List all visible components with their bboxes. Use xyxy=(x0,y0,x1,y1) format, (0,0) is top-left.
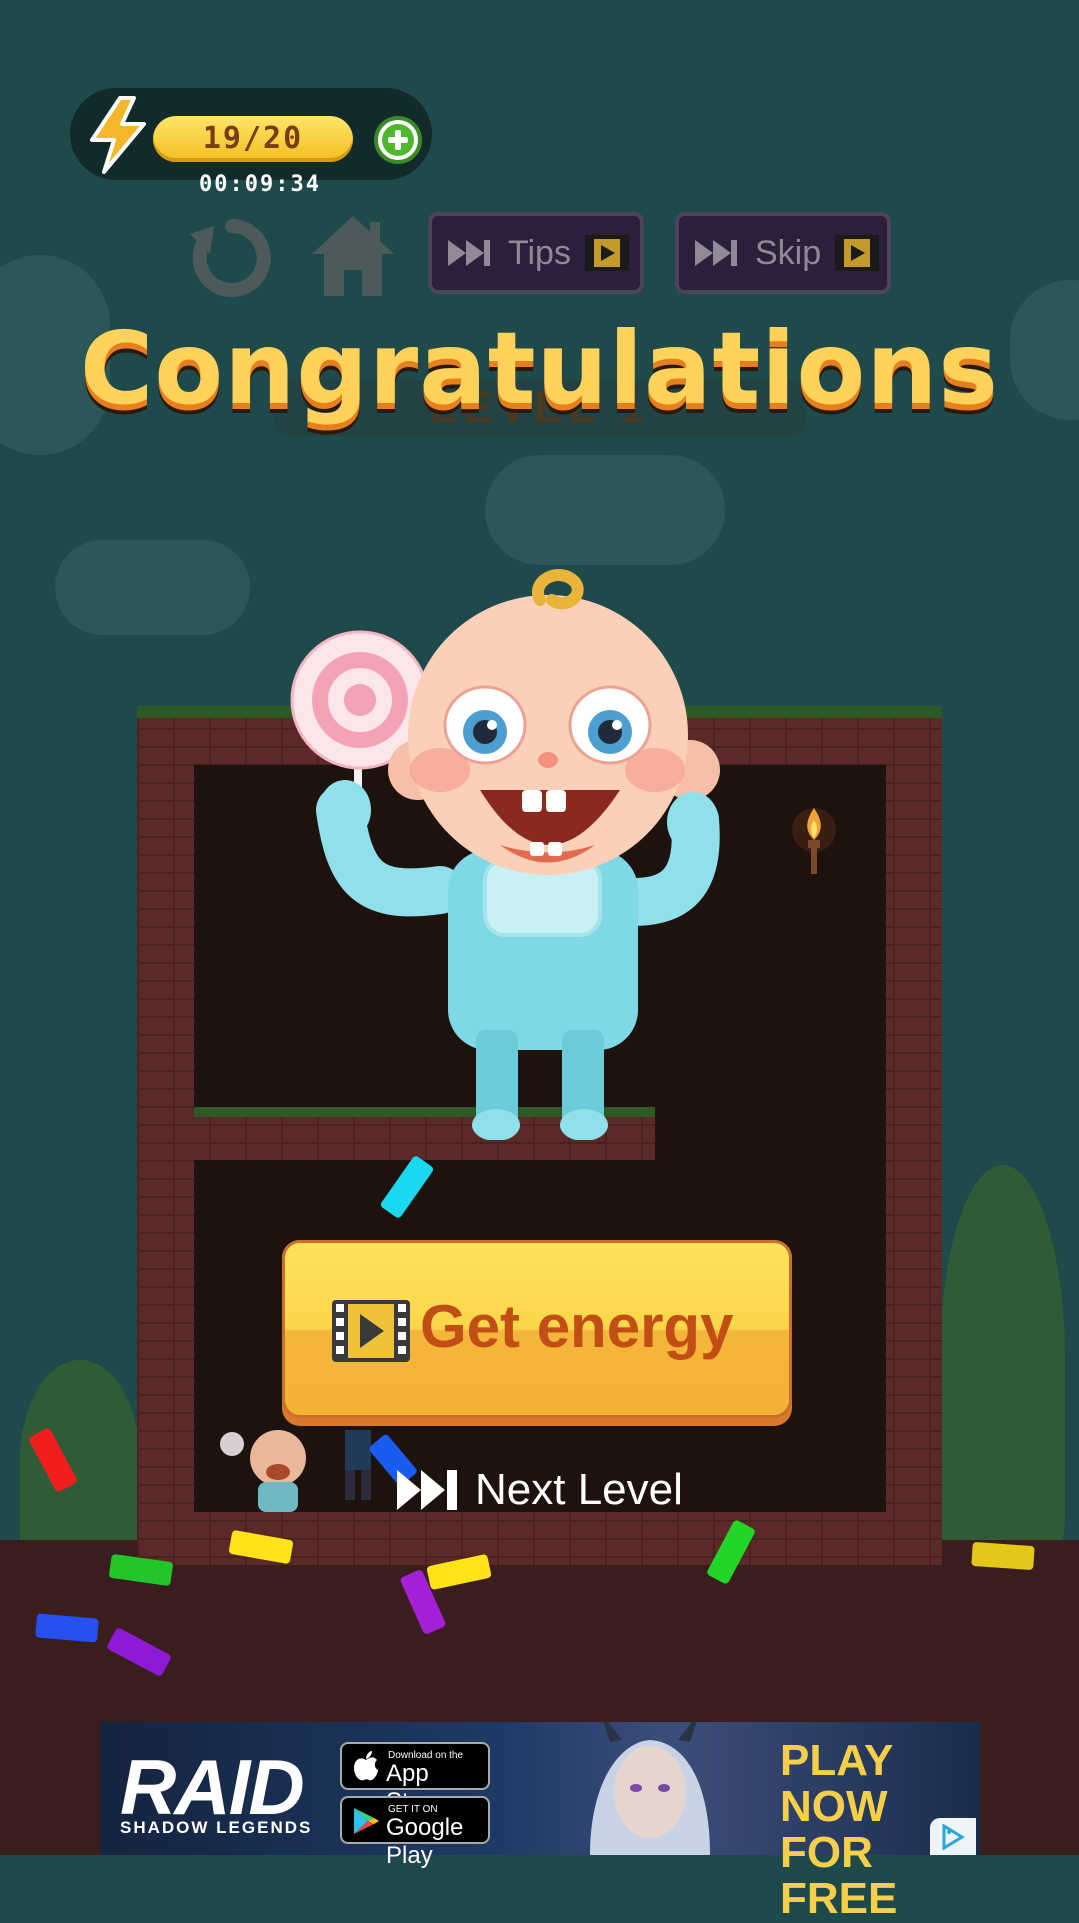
google-play-label: Google Play xyxy=(386,1814,464,1869)
next-icon xyxy=(397,1470,457,1510)
ad-character-image xyxy=(590,1722,710,1855)
add-energy-button[interactable] xyxy=(374,116,422,164)
apple-icon xyxy=(354,1751,378,1781)
home-icon[interactable] xyxy=(308,212,398,298)
fast-forward-icon xyxy=(695,240,737,266)
ad-choices-badge[interactable] xyxy=(930,1818,976,1855)
tips-button[interactable]: Tips xyxy=(428,212,644,294)
small-baby-sprite xyxy=(220,1430,306,1512)
tips-label: Tips xyxy=(508,233,571,272)
confetti xyxy=(971,1541,1035,1571)
video-ad-icon xyxy=(332,1300,410,1362)
cloud xyxy=(55,540,250,635)
cloud xyxy=(485,455,725,565)
ad-choices-icon xyxy=(942,1824,965,1850)
fast-forward-icon xyxy=(448,240,490,266)
next-level-label: Next Level xyxy=(475,1465,683,1514)
app-store-badge[interactable]: Download on the App Store xyxy=(340,1742,490,1815)
bush xyxy=(20,1360,140,1560)
small-man-sprite xyxy=(345,1430,371,1500)
plus-icon xyxy=(382,124,414,156)
congratulations-title: Congratulations xyxy=(80,310,999,427)
ad-cta-line1: PLAY NOW xyxy=(780,1736,893,1831)
get-energy-button[interactable]: Get energy xyxy=(282,1240,792,1418)
skip-label: Skip xyxy=(755,233,822,272)
video-ad-icon xyxy=(584,235,629,271)
get-energy-label: Get energy xyxy=(420,1293,734,1360)
next-level-button[interactable]: Next Level xyxy=(395,1460,695,1520)
google-play-badge[interactable]: GET IT ON Google Play xyxy=(340,1796,490,1869)
skip-button[interactable]: Skip xyxy=(675,212,891,294)
google-play-icon xyxy=(354,1808,379,1834)
baby-character xyxy=(290,569,720,1140)
restart-icon[interactable] xyxy=(186,212,278,300)
energy-timer: 00:09:34 xyxy=(199,172,321,197)
lightning-icon xyxy=(90,96,146,174)
bush xyxy=(940,1165,1065,1555)
ad-brand-sub: SHADOW LEGENDS xyxy=(120,1818,313,1837)
energy-counter: 19/20 xyxy=(153,116,353,162)
torch-icon xyxy=(792,808,836,874)
video-ad-icon xyxy=(835,235,880,271)
